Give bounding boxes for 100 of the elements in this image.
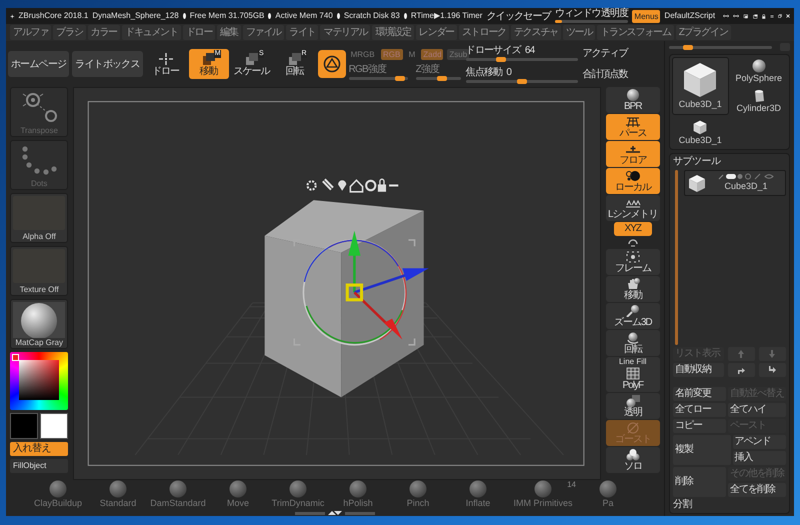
color-gradient[interactable] — [19, 360, 60, 400]
home-icon[interactable] — [350, 179, 364, 193]
tool-thumbnail[interactable]: Cube3D_1 — [672, 57, 728, 115]
bullet-icon — [336, 13, 340, 19]
location-icon[interactable] — [338, 180, 347, 191]
lightbox-button[interactable]: ライトボックス — [72, 51, 143, 77]
pin-icon[interactable] — [322, 178, 334, 191]
bullet-icon — [404, 13, 407, 19]
menu-item[interactable]: テクスチャ — [510, 25, 561, 40]
menu-item[interactable]: トランスフォーム — [597, 25, 674, 40]
action-button[interactable]: 削除 — [673, 467, 726, 497]
quick-save-button[interactable]: クイックセーブ — [486, 8, 551, 24]
menu-item[interactable]: 環境設定 — [372, 25, 414, 40]
color-picker[interactable] — [10, 352, 68, 410]
section-label: 分割 — [673, 499, 693, 511]
list-scrollbar[interactable] — [675, 170, 678, 345]
menu-item[interactable]: ブラシ — [53, 25, 86, 40]
action-button[interactable]: 全てを削除 — [728, 483, 786, 497]
menu-item[interactable]: レンダー — [416, 25, 457, 40]
menu-item[interactable]: ストローク — [458, 25, 509, 40]
transparency-slider[interactable] — [554, 20, 628, 23]
menus-button[interactable]: Menus — [632, 10, 660, 22]
view-tool-button[interactable]: Lシンメトリ — [606, 195, 660, 221]
script-name: DefaultZScript — [664, 10, 716, 22]
slider-thumb[interactable] — [516, 78, 527, 84]
subtool-toggles-icon — [718, 172, 774, 180]
slider-thumb[interactable] — [395, 76, 406, 80]
menu-item[interactable]: カラー — [88, 25, 120, 40]
color-marker-icon — [12, 354, 19, 361]
view-tool-icon — [624, 169, 641, 182]
lock-icon[interactable] — [378, 178, 386, 192]
swap-button[interactable]: 入れ替え — [10, 442, 68, 456]
view-tool-button[interactable]: フロア — [606, 141, 660, 167]
view-tool-button[interactable]: 回転 — [606, 330, 660, 356]
view-tool-button[interactable]: ズーム3D — [606, 303, 660, 329]
gizmo-drawing[interactable] — [294, 230, 430, 346]
arrow-button[interactable] — [759, 363, 786, 377]
view-tool-button[interactable]: Line Fill PolyF — [606, 357, 660, 392]
color-swatch[interactable] — [40, 413, 68, 439]
menu-item[interactable]: ツール — [562, 25, 596, 40]
brush-sphere-icon — [109, 480, 127, 498]
subtool-item[interactable]: Cube3D_1 — [684, 170, 786, 196]
menu-item[interactable]: Zプラグイン — [676, 25, 731, 40]
slider-track[interactable] — [466, 80, 578, 82]
brush-button[interactable]: IMM Primitives 14 — [510, 480, 576, 510]
action-button[interactable]: 全てハイ — [728, 403, 786, 417]
restore-icon — [778, 12, 782, 20]
menu-item[interactable]: 編集 — [217, 25, 241, 40]
minus-icon[interactable] — [389, 184, 399, 187]
view-tool-button[interactable]: ローカル — [606, 168, 660, 194]
view-tool-button[interactable]: ソロ — [606, 447, 660, 473]
mode-button[interactable]: ドロー — [146, 49, 186, 79]
view-tool-button[interactable]: 透明 — [606, 393, 660, 419]
homepage-button[interactable]: ホームページ — [8, 51, 70, 77]
gear-icon[interactable] — [306, 180, 318, 191]
view-tool-button[interactable]: フレーム — [606, 249, 660, 275]
view-tool-button[interactable]: パース — [606, 114, 660, 140]
axis-toggle-button[interactable]: XYZ — [614, 222, 652, 236]
slider-value: 64 — [524, 46, 534, 56]
arrow-button[interactable] — [728, 363, 755, 377]
memory-stat: Active Mem 740 — [275, 10, 333, 22]
action-button[interactable]: アペンド — [732, 435, 786, 449]
view-tool-button[interactable]: BPR — [606, 87, 660, 113]
slider-thumb[interactable] — [496, 56, 506, 62]
fill-object-button[interactable]: FillObject — [10, 459, 68, 473]
action-button[interactable]: 複製 — [673, 435, 730, 465]
action-button[interactable]: 挿入 — [732, 451, 786, 465]
menu-item[interactable]: ドキュメント — [122, 25, 181, 40]
action-button[interactable]: 名前変更 — [673, 387, 726, 401]
blank-button[interactable]: Alpha Off — [10, 193, 68, 243]
menu-item[interactable]: ドロー — [182, 25, 216, 40]
arrows-icon — [733, 12, 740, 20]
close-icon — [786, 12, 790, 20]
slider-track[interactable] — [416, 76, 461, 80]
subtool-name: Cube3D_1 — [724, 180, 768, 193]
circle-icon[interactable] — [365, 180, 377, 192]
slider-thumb[interactable] — [436, 76, 447, 80]
cube-icon — [692, 119, 708, 135]
slider-label: 焦点移動 — [466, 68, 502, 78]
shelf-handle-icon — [295, 510, 375, 516]
slider-track[interactable] — [466, 58, 578, 60]
gizmo-toggle-button[interactable] — [318, 50, 346, 78]
blank-button[interactable]: Texture Off — [10, 246, 68, 296]
action-button[interactable]: 全てロー — [673, 403, 726, 417]
palette-slider[interactable] — [669, 46, 772, 48]
slider-thumb[interactable] — [682, 44, 693, 50]
view-tool-button[interactable]: 移動 — [606, 276, 660, 302]
menu-item[interactable]: ライト — [286, 25, 318, 40]
color-swatch[interactable] — [10, 413, 38, 439]
slider-track[interactable] — [348, 76, 408, 80]
app-logo-icon — [10, 12, 15, 20]
menu-item[interactable]: アルファ — [10, 25, 52, 40]
menu-item[interactable]: マテリアル — [320, 25, 370, 40]
layout-icon — [743, 12, 749, 20]
sphere-button[interactable]: MatCap Gray — [10, 299, 68, 349]
list-control-button[interactable]: 自動収納 — [673, 363, 724, 377]
subtool-title: サブツール — [673, 156, 722, 168]
transparency-label: ウィンドウ透明度 — [554, 9, 628, 19]
menu-item[interactable]: ファイル — [242, 25, 284, 40]
action-button[interactable]: コピー — [673, 419, 726, 433]
